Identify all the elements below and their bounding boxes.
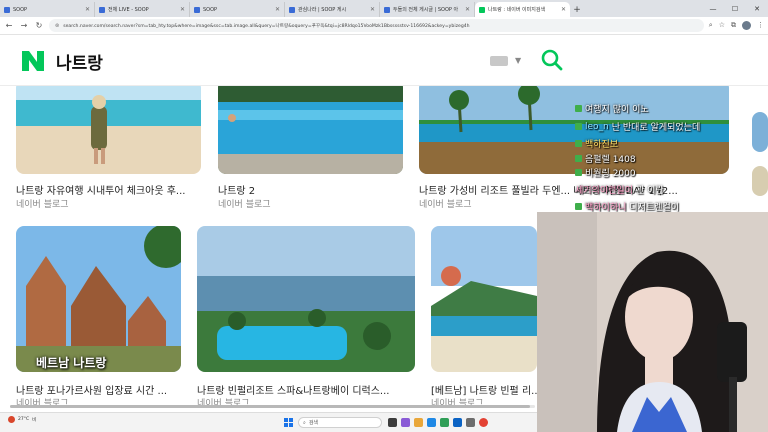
zoom-icon[interactable]: ⌕ bbox=[709, 21, 713, 30]
reload-icon[interactable]: ↻ bbox=[34, 21, 44, 30]
soop-icon bbox=[99, 6, 105, 13]
tab-label: 전체 LIVE - SOOP bbox=[108, 7, 149, 13]
result-title[interactable]: 나트랑 포나가르사원 입장료 시간 ... bbox=[16, 382, 186, 397]
tab-label: 두들의 전체 게시글 | SOOP 아 bbox=[393, 7, 459, 13]
close-window-icon[interactable]: ✕ bbox=[746, 0, 768, 17]
app-icon[interactable] bbox=[401, 418, 410, 427]
close-tab-icon[interactable]: ✕ bbox=[561, 6, 566, 13]
naver-icon bbox=[479, 6, 485, 13]
search-query-text[interactable]: 나트랑 bbox=[56, 49, 103, 74]
toolbar-icons: ⌕ ☆ ⧉ ⋮ bbox=[709, 21, 764, 30]
tab-label: SOOP bbox=[203, 6, 218, 13]
chrome-icon[interactable] bbox=[479, 418, 488, 427]
browser-tab[interactable]: 두들의 전체 게시글 | SOOP 아 ✕ bbox=[380, 2, 475, 17]
browser-tab[interactable]: SOOP ✕ bbox=[0, 2, 95, 17]
edge-icon[interactable] bbox=[440, 418, 449, 427]
soop-icon bbox=[4, 6, 10, 13]
address-bar[interactable]: ⊜ search.naver.com/search.naver?sm=tab_h… bbox=[49, 19, 704, 32]
naver-search-header: 나트랑 ▼ bbox=[0, 36, 768, 86]
soop-icon bbox=[289, 6, 295, 13]
close-tab-icon[interactable]: ✕ bbox=[85, 6, 90, 13]
taskbar-search-box[interactable]: ⌕ 검색 bbox=[298, 417, 382, 428]
chevron-down-icon[interactable]: ▼ bbox=[515, 56, 521, 65]
fan-badge-icon bbox=[575, 203, 582, 210]
result-image[interactable] bbox=[16, 226, 181, 372]
search-icon[interactable] bbox=[540, 48, 564, 72]
streamer-webcam bbox=[537, 212, 768, 432]
result-source[interactable]: 네이버 블로그 bbox=[218, 197, 271, 210]
close-tab-icon[interactable]: ✕ bbox=[180, 6, 185, 13]
browser-tab[interactable]: SOOP ✕ bbox=[190, 2, 285, 17]
file-explorer-icon[interactable] bbox=[427, 418, 436, 427]
browser-tab-active[interactable]: 나트랑 : 네이버 이미지검색 ✕ bbox=[475, 2, 570, 17]
close-tab-icon[interactable]: ✕ bbox=[370, 6, 375, 13]
fan-badge-icon bbox=[575, 123, 582, 130]
search-icon: ⌕ bbox=[303, 419, 306, 426]
chat-message: 백하진보 bbox=[575, 137, 618, 150]
windows-start-icon[interactable] bbox=[284, 418, 293, 427]
extensions-icon[interactable]: ⧉ bbox=[731, 21, 736, 30]
minimize-icon[interactable]: — bbox=[702, 0, 724, 17]
close-tab-icon[interactable]: ✕ bbox=[275, 6, 280, 13]
screen: SOOP ✕ 전체 LIVE - SOOP ✕ SOOP ✕ 관심나라 | SOOP … bbox=[0, 0, 768, 432]
weather-widget[interactable]: 27°C 비 bbox=[8, 416, 36, 423]
keyboard-icon[interactable] bbox=[490, 56, 508, 66]
result-image[interactable] bbox=[197, 226, 415, 372]
browser-tab[interactable]: 관심나라 | SOOP 게시 ✕ bbox=[285, 2, 380, 17]
horizontal-scrollbar[interactable] bbox=[10, 404, 535, 409]
fan-badge-icon bbox=[575, 105, 582, 112]
site-info-icon[interactable]: ⊜ bbox=[55, 23, 59, 29]
windows-taskbar: 27°C 비 ⌕ 검색 bbox=[0, 412, 537, 432]
result-source[interactable]: 네이버 블로그 bbox=[16, 197, 69, 210]
close-tab-icon[interactable]: ✕ bbox=[465, 6, 470, 13]
maximize-icon[interactable]: ☐ bbox=[724, 0, 746, 17]
result-title[interactable]: 나트랑 2 bbox=[218, 182, 408, 197]
bookmark-star-icon[interactable]: ☆ bbox=[719, 21, 725, 30]
result-source[interactable]: 네이버 블로그 bbox=[419, 197, 472, 210]
chat-message: leo_n 난 반대로 알게되었는데 bbox=[575, 120, 700, 133]
new-tab-button[interactable]: + bbox=[570, 2, 584, 17]
app-icon[interactable] bbox=[466, 418, 475, 427]
tab-label: 나트랑 : 네이버 이미지검색 bbox=[488, 7, 546, 13]
stream-chat-overlay: 여행지 많이 이노 leo_n 난 반대로 알게되었는데 백하진보 음펄렐 140… bbox=[575, 82, 768, 217]
app-icon[interactable] bbox=[453, 418, 462, 427]
chat-message: 여행지 많이 이노 bbox=[575, 102, 649, 115]
forward-arrow-icon[interactable]: → bbox=[19, 21, 29, 30]
tab-label: SOOP bbox=[13, 6, 28, 13]
menu-kebab-icon[interactable]: ⋮ bbox=[757, 21, 764, 30]
result-title[interactable]: 나트랑 빈펄리조트 스파&나트랑베이 디럭스... bbox=[197, 382, 417, 397]
chat-message: 음펄렐 1408 bbox=[575, 152, 636, 165]
window-controls: — ☐ ✕ bbox=[702, 0, 768, 17]
image-caption-overlay: 베트남 나트랑 bbox=[36, 356, 107, 370]
result-image[interactable] bbox=[218, 86, 403, 174]
chat-message: 비월링 2000 bbox=[575, 166, 636, 179]
result-image[interactable] bbox=[16, 86, 201, 174]
result-image[interactable] bbox=[431, 226, 537, 372]
app-icon[interactable] bbox=[414, 418, 423, 427]
browser-tab-strip: SOOP ✕ 전체 LIVE - SOOP ✕ SOOP ✕ 관심나라 | SOOP … bbox=[0, 0, 768, 17]
fan-badge-icon bbox=[575, 155, 582, 162]
chat-message: 세기의이런일이 관 이란 bbox=[575, 186, 664, 196]
tab-label: 관심나라 | SOOP 게시 bbox=[298, 7, 347, 13]
fan-badge-icon bbox=[575, 140, 582, 147]
browser-tab[interactable]: 전체 LIVE - SOOP ✕ bbox=[95, 2, 190, 17]
browser-toolbar: ← → ↻ ⊜ search.naver.com/search.naver?sm… bbox=[0, 17, 768, 35]
result-title[interactable]: [베트남] 나트랑 빈펄 리... bbox=[431, 382, 537, 397]
profile-avatar[interactable] bbox=[742, 21, 751, 30]
naver-logo[interactable] bbox=[22, 51, 44, 71]
back-arrow-icon[interactable]: ← bbox=[4, 21, 14, 30]
url-text: search.naver.com/search.naver?sm=tab_hty… bbox=[63, 23, 470, 29]
soop-icon bbox=[384, 6, 390, 13]
soop-icon bbox=[194, 6, 200, 13]
fan-badge-icon bbox=[575, 169, 582, 176]
task-view-icon[interactable] bbox=[388, 418, 397, 427]
weather-icon bbox=[8, 416, 15, 423]
result-title[interactable]: 나트랑 자유여행 시내투어 체크아웃 후... bbox=[16, 182, 206, 197]
